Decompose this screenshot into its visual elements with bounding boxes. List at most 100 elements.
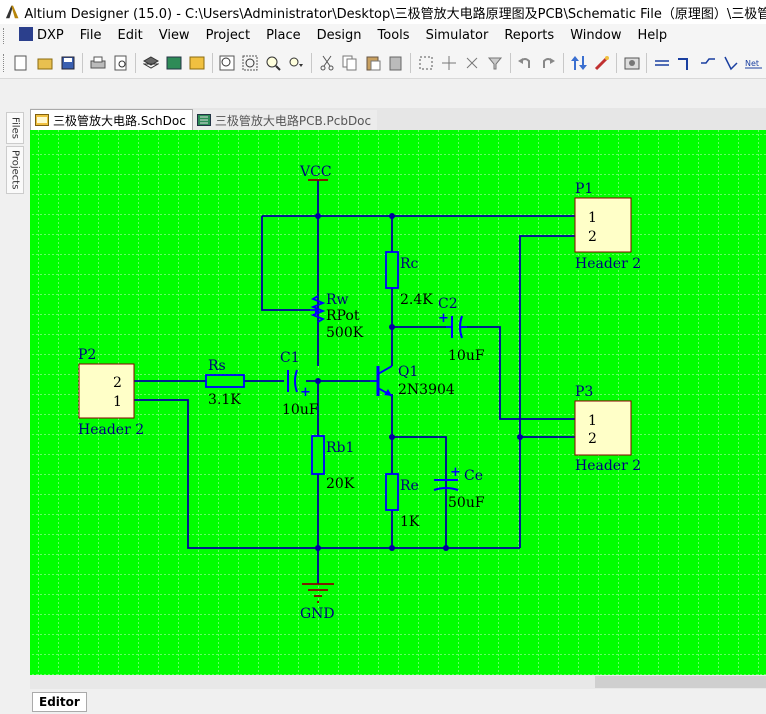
menu-simulator[interactable]: Simulator bbox=[418, 25, 497, 47]
clear-filter-icon[interactable] bbox=[485, 52, 506, 74]
schematic-canvas[interactable]: VCC GND Rw RPot 500K Rc 2.4K + C2 10uF Q… bbox=[30, 130, 766, 675]
p1-comment: Header 2 bbox=[575, 256, 641, 272]
menu-edit[interactable]: Edit bbox=[110, 25, 151, 47]
print-preview-icon[interactable] bbox=[110, 52, 131, 74]
files-panel-tab[interactable]: Files bbox=[6, 112, 24, 144]
zoom-fit-icon[interactable] bbox=[217, 52, 238, 74]
document-icon[interactable] bbox=[187, 52, 208, 74]
editor-tab-bar: Editor bbox=[30, 690, 766, 714]
zoom-area-icon[interactable] bbox=[240, 52, 261, 74]
projects-panel-tab[interactable]: Projects bbox=[6, 146, 24, 194]
main-toolbar: Net bbox=[0, 48, 766, 79]
svg-text:Net: Net bbox=[745, 59, 759, 68]
menu-design[interactable]: Design bbox=[309, 25, 370, 47]
toolbar-separator bbox=[646, 53, 648, 73]
paste-icon[interactable] bbox=[362, 52, 383, 74]
grid bbox=[30, 130, 766, 675]
undo-icon[interactable] bbox=[515, 52, 536, 74]
editor-tab[interactable]: Editor bbox=[32, 692, 87, 712]
print-icon[interactable] bbox=[87, 52, 108, 74]
tab-pcb[interactable]: 三极管放大电路PCB.PcbDoc bbox=[192, 110, 378, 130]
p2-comment: Header 2 bbox=[78, 422, 144, 438]
title-bar: Altium Designer (15.0) - C:\Users\Admini… bbox=[0, 0, 766, 24]
p2-pin2: 2 bbox=[113, 375, 122, 391]
cross-probe-icon[interactable] bbox=[591, 52, 612, 74]
toolbar-separator bbox=[82, 53, 84, 73]
menu-window[interactable]: Window bbox=[562, 25, 629, 47]
select-area-icon[interactable] bbox=[415, 52, 436, 74]
menu-view[interactable]: View bbox=[151, 25, 198, 47]
c1-polarity-mark: + bbox=[300, 385, 311, 400]
toolbar-separator bbox=[509, 53, 511, 73]
menu-place[interactable]: Place bbox=[258, 25, 309, 47]
c2-designator: C2 bbox=[438, 296, 458, 312]
library-icon[interactable] bbox=[621, 52, 642, 74]
vcc-label: VCC bbox=[299, 164, 332, 180]
dxp-icon bbox=[19, 27, 33, 41]
rs-designator: Rs bbox=[208, 358, 226, 374]
window-title: Altium Designer (15.0) - C:\Users\Admini… bbox=[24, 6, 766, 22]
rs-value: 3.1K bbox=[208, 392, 241, 408]
open-icon[interactable] bbox=[34, 52, 55, 74]
tab-pcb-label: 三极管放大电路PCB.PcbDoc bbox=[214, 113, 372, 128]
copy-icon[interactable] bbox=[339, 52, 360, 74]
zoom-selected-icon[interactable] bbox=[263, 52, 284, 74]
toolbar-separator bbox=[563, 53, 564, 73]
horizontal-scrollbar[interactable] bbox=[30, 675, 766, 689]
paste-array-icon[interactable] bbox=[385, 52, 406, 74]
tab-schematic-label: 三极管放大电路.SchDoc bbox=[53, 113, 186, 128]
gnd-label: GND bbox=[300, 606, 335, 622]
ce-polarity-mark: + bbox=[450, 465, 461, 480]
rb1-designator: Rb1 bbox=[326, 440, 354, 456]
ce-value: 50uF bbox=[448, 495, 485, 511]
p3-pin1: 1 bbox=[588, 413, 597, 429]
p3-comment: Header 2 bbox=[575, 458, 641, 474]
menu-dxp[interactable]: DXP bbox=[11, 25, 72, 47]
wire-icon[interactable] bbox=[651, 52, 672, 74]
p3-pin2: 2 bbox=[588, 431, 597, 447]
scrollbar-thumb[interactable] bbox=[595, 676, 766, 688]
menu-reports[interactable]: Reports bbox=[496, 25, 562, 47]
new-icon[interactable] bbox=[11, 52, 32, 74]
menu-bar: DXP File Edit View Project Place Design … bbox=[0, 24, 766, 48]
layers-icon[interactable] bbox=[140, 52, 161, 74]
p3-designator: P3 bbox=[575, 384, 593, 400]
menu-file[interactable]: File bbox=[72, 25, 110, 47]
menu-help[interactable]: Help bbox=[629, 25, 675, 47]
menu-project[interactable]: Project bbox=[198, 25, 258, 47]
zoom-dropdown-icon[interactable] bbox=[286, 52, 307, 74]
bus-icon[interactable] bbox=[674, 52, 695, 74]
rc-designator: Rc bbox=[400, 256, 419, 272]
c2-value: 10uF bbox=[448, 348, 485, 364]
p1-pin2: 2 bbox=[588, 229, 597, 245]
vcc-power-port[interactable]: VCC bbox=[299, 164, 332, 181]
toolbar-separator bbox=[410, 53, 412, 73]
rb1-value: 20K bbox=[326, 476, 355, 492]
q1-designator: Q1 bbox=[398, 364, 418, 380]
menu-tools[interactable]: Tools bbox=[370, 25, 418, 47]
component-icon[interactable] bbox=[163, 52, 184, 74]
bus-entry-icon[interactable] bbox=[697, 52, 718, 74]
net-icon[interactable]: Net bbox=[744, 52, 765, 74]
toolbar-separator bbox=[211, 53, 213, 73]
save-icon[interactable] bbox=[57, 52, 78, 74]
rw-comment: RPot bbox=[326, 308, 360, 324]
move-icon[interactable] bbox=[439, 52, 460, 74]
q1-value: 2N3904 bbox=[398, 382, 455, 398]
tab-schematic[interactable]: 三极管放大电路.SchDoc bbox=[30, 109, 193, 130]
cut-icon[interactable] bbox=[316, 52, 337, 74]
net-label-icon[interactable] bbox=[721, 52, 742, 74]
toolbar-separator bbox=[135, 53, 137, 73]
pcb-doc-icon bbox=[196, 114, 211, 126]
side-panel-strip: Files Projects bbox=[0, 108, 28, 714]
p1-designator: P1 bbox=[575, 181, 593, 197]
re-designator: Re bbox=[400, 478, 419, 494]
schematic-drawing[interactable]: VCC GND Rw RPot 500K Rc 2.4K + C2 10uF Q… bbox=[30, 130, 766, 675]
re-value: 1K bbox=[400, 514, 420, 530]
hierarchy-icon[interactable] bbox=[568, 52, 589, 74]
p1-pin1: 1 bbox=[588, 210, 597, 226]
deselect-icon[interactable] bbox=[462, 52, 483, 74]
altium-logo-icon bbox=[5, 5, 19, 19]
c2-polarity-mark: + bbox=[438, 311, 449, 326]
redo-icon[interactable] bbox=[538, 52, 559, 74]
